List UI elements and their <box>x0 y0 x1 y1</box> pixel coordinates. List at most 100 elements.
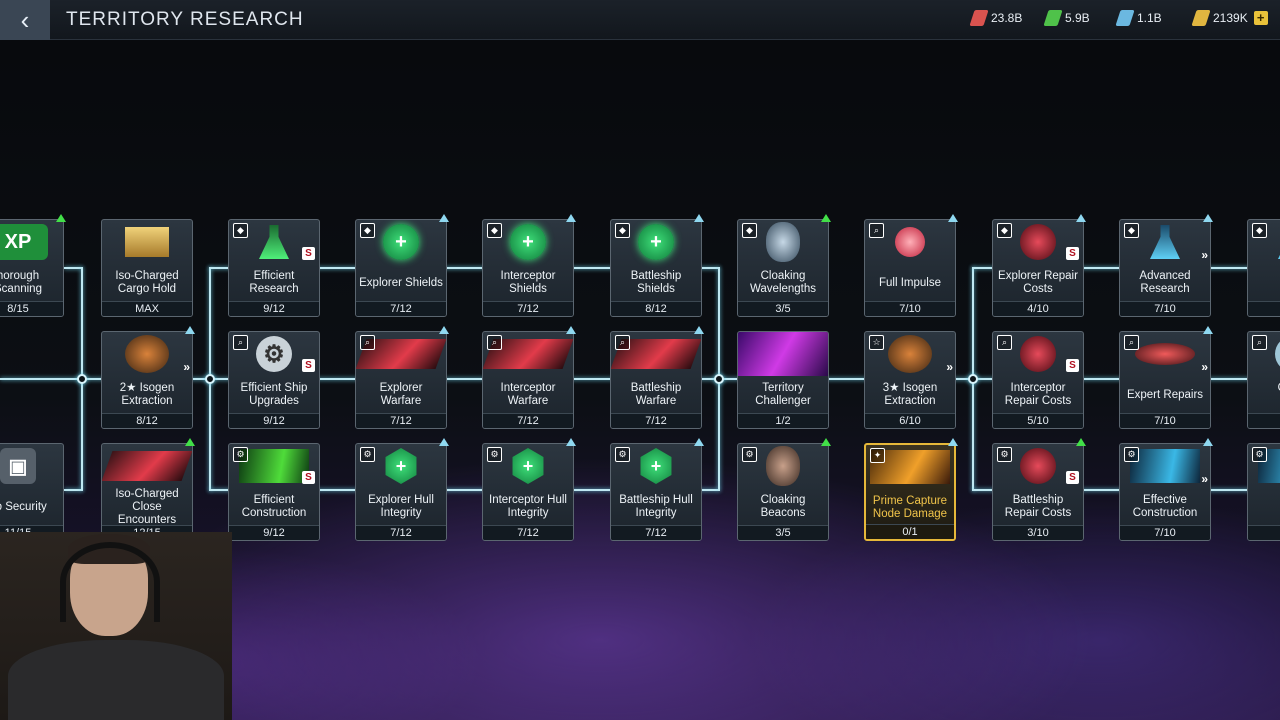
research-card-optimal-construction[interactable]: ⚙ OpCon <box>1247 443 1280 541</box>
research-card-optimal-upgrades[interactable]: ⚙ ⌕ OptimUp <box>1247 331 1280 429</box>
headset-icon <box>60 542 160 622</box>
card-art <box>102 220 192 264</box>
card-name: Efficient Research <box>249 270 299 295</box>
category-badge-icon: ✦ <box>870 448 885 463</box>
card-name: Iso-Charged Close Encounters <box>115 487 179 526</box>
asteroid-icon <box>125 335 169 373</box>
chevron-icon: » <box>1201 360 1208 374</box>
research-card-thorough-scanning[interactable]: XP horoughScanning 8/15 <box>0 219 64 317</box>
resource-dilithium[interactable]: 1.1B <box>1115 10 1162 26</box>
research-card-battleship-shields[interactable]: + ◆ Battleship Shields 8/12 <box>610 219 702 317</box>
card-name: Efficient Ship Upgrades <box>240 382 308 407</box>
webcam-overlay <box>0 532 232 720</box>
xp-icon: XP <box>0 224 48 260</box>
card-progress: 3/5 <box>738 301 828 316</box>
research-card-efficient-construction[interactable]: ⚙ S Efficient Construction 9/12 <box>228 443 320 541</box>
card-name: Iso-Charged Cargo Hold <box>115 270 179 295</box>
gear-icon: ⚙ <box>1275 336 1280 372</box>
resource-latinum[interactable]: 2139K + <box>1191 10 1268 26</box>
category-badge-icon: ☆ <box>869 335 884 350</box>
research-card-cloaking-wavelengths[interactable]: ◆ Cloaking Wavelengths 3/5 <box>737 219 829 317</box>
research-card-explorer-repair-costs[interactable]: ◆ S Explorer Repair Costs 4/10 <box>992 219 1084 317</box>
card-progress: 7/12 <box>356 525 446 540</box>
research-card-interceptor-repair-costs[interactable]: ⌕ S Interceptor Repair Costs 5/10 <box>992 331 1084 429</box>
upgrade-arrow-icon <box>439 438 449 446</box>
research-card-advanced-research[interactable]: ◆ » Advanced Research 7/10 <box>1119 219 1211 317</box>
construction-icon <box>1130 449 1200 483</box>
card-name: Territory Challenger <box>755 382 811 407</box>
dilithium-icon <box>1115 10 1135 26</box>
card-progress: MAX <box>102 301 192 316</box>
research-card-interceptor-warfare[interactable]: ⌕ Interceptor Warfare 7/12 <box>482 331 574 429</box>
chevron-icon: » <box>183 360 190 374</box>
research-card-battleship-hull-integrity[interactable]: + ⚙ Battleship Hull Integrity 7/12 <box>610 443 702 541</box>
category-badge-icon: ⌕ <box>997 335 1012 350</box>
card-name: Prime Capture Node Damage <box>872 495 948 520</box>
category-badge-icon: ⌕ <box>1252 335 1267 350</box>
portrait-icon <box>766 222 800 262</box>
card-name: Interceptor Hull Integrity <box>489 494 567 519</box>
category-badge-icon: ◆ <box>360 223 375 238</box>
research-card-prime-capture-node-damage[interactable]: ✦ Prime Capture Node Damage 0/1 <box>864 443 956 541</box>
card-progress: 5/10 <box>993 413 1083 428</box>
add-resource-button[interactable]: + <box>1253 11 1268 25</box>
research-card-battleship-repair-costs[interactable]: ⚙ S Battleship Repair Costs 3/10 <box>992 443 1084 541</box>
asteroid-icon <box>888 335 932 373</box>
card-progress: 7/10 <box>1120 413 1210 428</box>
card-progress <box>1248 301 1280 316</box>
card-progress: 6/10 <box>865 413 955 428</box>
card-name: Advanced Research <box>1139 270 1191 295</box>
research-card-explorer-warfare[interactable]: ⌕ Explorer Warfare 7/12 <box>355 331 447 429</box>
s-badge-icon: S <box>302 359 315 372</box>
research-card-interceptor-hull-integrity[interactable]: + ⚙ Interceptor Hull Integrity 7/12 <box>482 443 574 541</box>
card-name: OptimUp <box>1250 380 1280 410</box>
upgrade-arrow-icon <box>694 214 704 222</box>
research-card-isogen-extraction-3[interactable]: ☆ » 3★ Isogen Extraction 6/10 <box>864 331 956 429</box>
category-badge-icon: ⌕ <box>1124 335 1139 350</box>
card-name: Interceptor Repair Costs <box>1004 382 1072 407</box>
card-name: Cloaking Wavelengths <box>749 270 817 295</box>
research-card-optimal-research[interactable]: ◆ OpRe <box>1247 219 1280 317</box>
territory-icon <box>738 332 828 376</box>
resource-parsteel[interactable]: 23.8B <box>969 10 1022 26</box>
resource-tritanium[interactable]: 5.9B <box>1043 10 1090 26</box>
upgrade-arrow-icon <box>566 214 576 222</box>
research-card-effective-construction[interactable]: ⚙ » Effective Construction 7/10 <box>1119 443 1211 541</box>
page-title: TERRITORY RESEARCH <box>66 9 304 30</box>
research-card-explorer-hull-integrity[interactable]: + ⚙ Explorer Hull Integrity 7/12 <box>355 443 447 541</box>
research-card-cargo-security[interactable]: ▣go Security11/15 <box>0 443 64 541</box>
s-badge-icon: S <box>1066 247 1079 260</box>
research-card-territory-challenger[interactable]: Territory Challenger 1/2 <box>737 331 829 429</box>
card-progress: 8/15 <box>0 301 63 316</box>
card-progress: 9/12 <box>229 525 319 540</box>
research-card-full-impulse[interactable]: ⌕ Full Impulse 7/10 <box>864 219 956 317</box>
gear-icon: ⚙ <box>256 336 292 372</box>
category-badge-icon: ⚙ <box>233 447 248 462</box>
research-card-battleship-warfare[interactable]: ⌕ Battleship Warfare 7/12 <box>610 331 702 429</box>
research-card-efficient-ship-upgrades[interactable]: ⚙ ⌕ S Efficient Ship Upgrades 9/12 <box>228 331 320 429</box>
card-art <box>102 332 192 376</box>
category-badge-icon: ◆ <box>615 223 630 238</box>
research-card-isogen-extraction-2[interactable]: » 2★ Isogen Extraction 8/12 <box>101 331 193 429</box>
construction-icon <box>239 449 309 483</box>
card-progress: 7/12 <box>483 301 573 316</box>
category-badge-icon: ⌕ <box>233 335 248 350</box>
research-card-cloaking-beacons[interactable]: ⚙ Cloaking Beacons 3/5 <box>737 443 829 541</box>
upgrade-arrow-icon <box>566 438 576 446</box>
card-art: XP <box>0 220 63 264</box>
card-name: Cloaking Beacons <box>760 494 806 519</box>
research-card-expert-repairs[interactable]: ⌕ » Expert Repairs 7/10 <box>1119 331 1211 429</box>
back-button[interactable]: ‹ <box>0 0 50 40</box>
warfare-beam-icon <box>102 451 192 481</box>
research-card-explorer-shields[interactable]: + ◆ Explorer Shields 7/12 <box>355 219 447 317</box>
category-badge-icon: ◆ <box>997 223 1012 238</box>
research-card-iso-charged-close-encounters[interactable]: Iso-Charged Close Encounters12/15 <box>101 443 193 541</box>
card-name: Interceptor Shields <box>500 270 556 295</box>
research-card-iso-charged-cargo-hold[interactable]: Iso-Charged Cargo Hold MAX <box>101 219 193 317</box>
research-card-interceptor-shields[interactable]: + ◆ Interceptor Shields 7/12 <box>482 219 574 317</box>
flask-icon <box>1150 225 1180 259</box>
category-badge-icon: ⚙ <box>997 447 1012 462</box>
upgrade-arrow-icon <box>439 326 449 334</box>
research-card-efficient-research[interactable]: ◆ S Efficient Research 9/12 <box>228 219 320 317</box>
category-badge-icon: ⌕ <box>360 335 375 350</box>
